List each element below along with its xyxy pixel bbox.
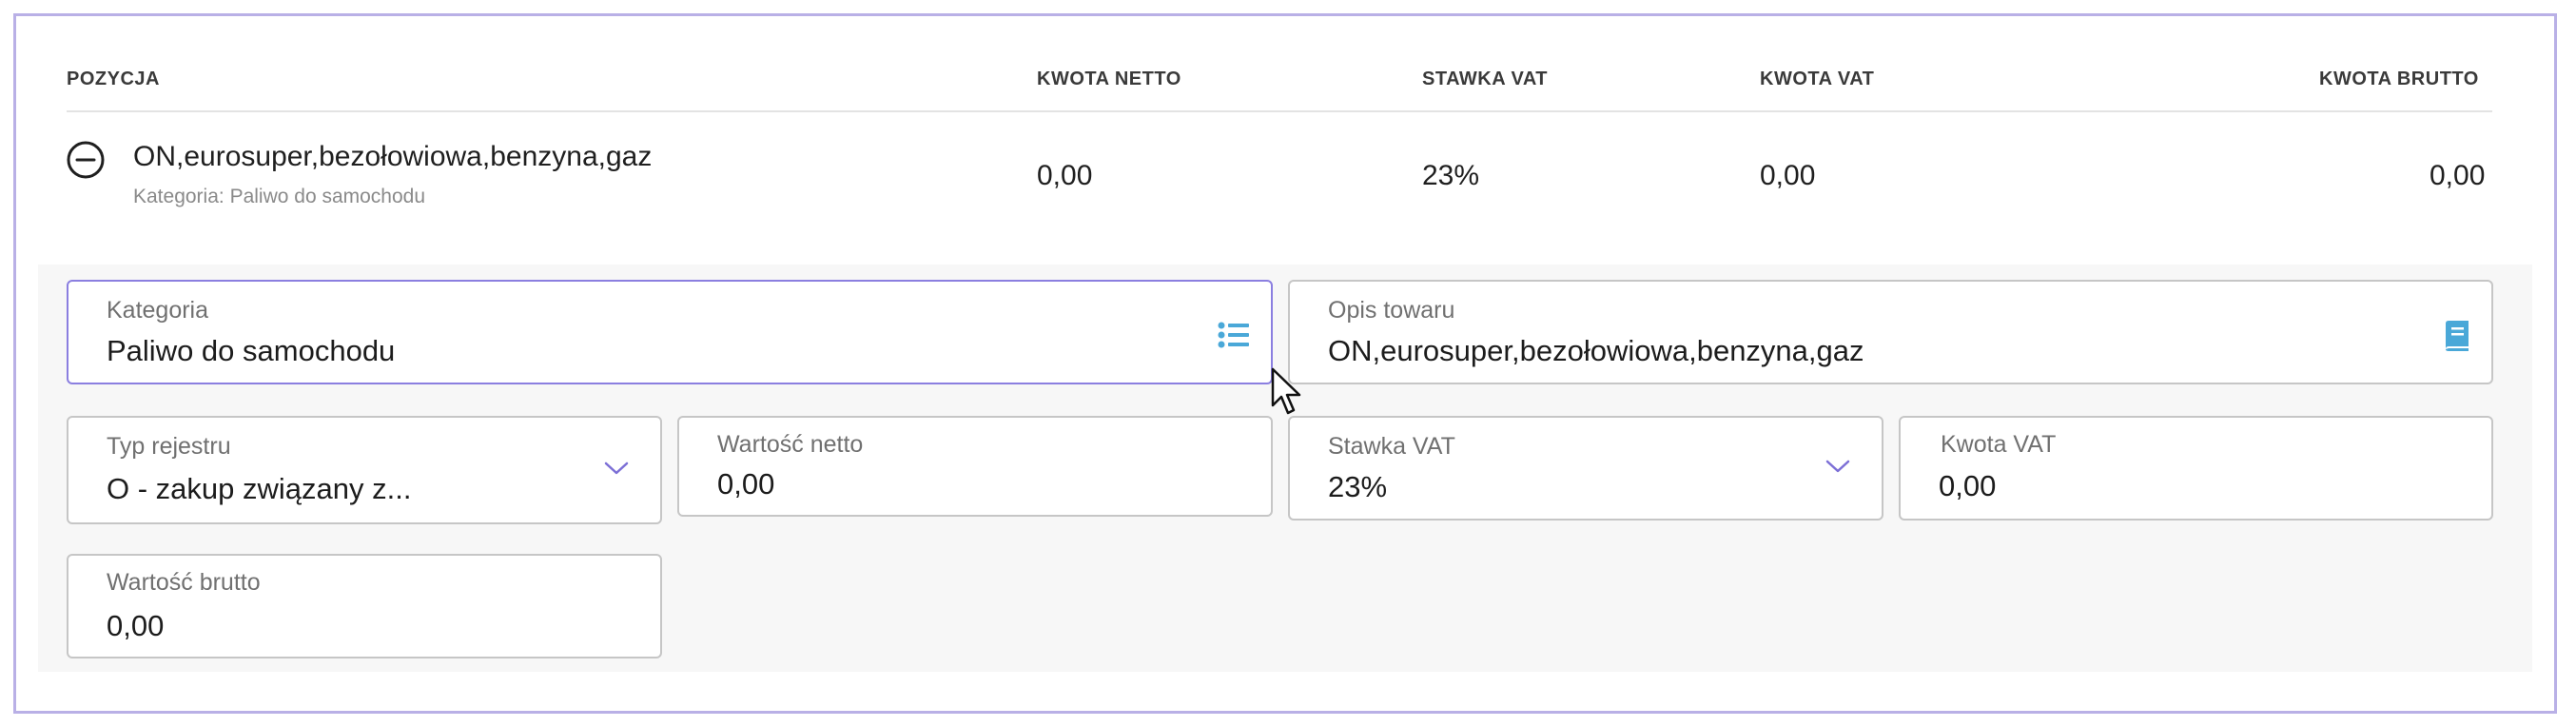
row-kwota-vat: 0,00 (1760, 160, 1816, 191)
wartosc-brutto-label: Wartość brutto (107, 569, 261, 596)
row-stawka-vat: 23% (1422, 160, 1480, 191)
book-icon[interactable] (2444, 320, 2470, 357)
header-kwota-brutto: KWOTA BRUTTO (2319, 69, 2479, 89)
header-kwota-netto: KWOTA NETTO (1037, 69, 1181, 89)
row-kwota-brutto: 0,00 (2430, 160, 2486, 191)
mouse-cursor-icon (1270, 367, 1302, 419)
header-pozycja: POZYCJA (67, 69, 160, 89)
kategoria-label: Kategoria (107, 297, 209, 324)
stawka-vat-value: 23% (1328, 470, 1388, 503)
row-kwota-netto: 0,00 (1037, 160, 1093, 191)
stawka-vat-select[interactable]: Stawka VAT 23% (1288, 416, 1883, 521)
wartosc-netto-value: 0,00 (717, 467, 775, 501)
chevron-down-icon[interactable] (603, 460, 630, 481)
item-category: Kategoria: Paliwo do samochodu (133, 186, 426, 207)
wartosc-brutto-field[interactable]: Wartość brutto 0,00 (67, 554, 662, 658)
minus-circle-icon[interactable] (67, 141, 105, 179)
wartosc-netto-field[interactable]: Wartość netto 0,00 (677, 416, 1273, 517)
opis-towaru-field[interactable]: Opis towaru ON,eurosuper,bezołowiowa,ben… (1288, 280, 2493, 384)
typ-rejestru-value: O - zakup związany z... (107, 472, 412, 505)
chevron-down-icon[interactable] (1825, 458, 1851, 480)
item-name: ON,eurosuper,bezołowiowa,benzyna,gaz (133, 141, 653, 172)
list-icon[interactable] (1218, 322, 1250, 353)
stawka-vat-label: Stawka VAT (1328, 433, 1455, 460)
kategoria-field[interactable]: Kategoria Paliwo do samochodu (67, 280, 1273, 384)
opis-towaru-label: Opis towaru (1328, 297, 1455, 324)
kwota-vat-value: 0,00 (1939, 469, 1997, 502)
kategoria-value: Paliwo do samochodu (107, 334, 396, 367)
header-kwota-vat: KWOTA VAT (1760, 69, 1875, 89)
wartosc-netto-label: Wartość netto (717, 431, 864, 458)
typ-rejestru-select[interactable]: Typ rejestru O - zakup związany z... (67, 416, 662, 524)
typ-rejestru-label: Typ rejestru (107, 433, 231, 460)
header-stawka-vat: STAWKA VAT (1422, 69, 1549, 89)
kwota-vat-field[interactable]: Kwota VAT 0,00 (1899, 416, 2493, 521)
header-divider (67, 110, 2492, 112)
kwota-vat-label: Kwota VAT (1941, 431, 2057, 458)
opis-towaru-value: ON,eurosuper,bezołowiowa,benzyna,gaz (1328, 334, 1864, 367)
wartosc-brutto-value: 0,00 (107, 609, 165, 642)
